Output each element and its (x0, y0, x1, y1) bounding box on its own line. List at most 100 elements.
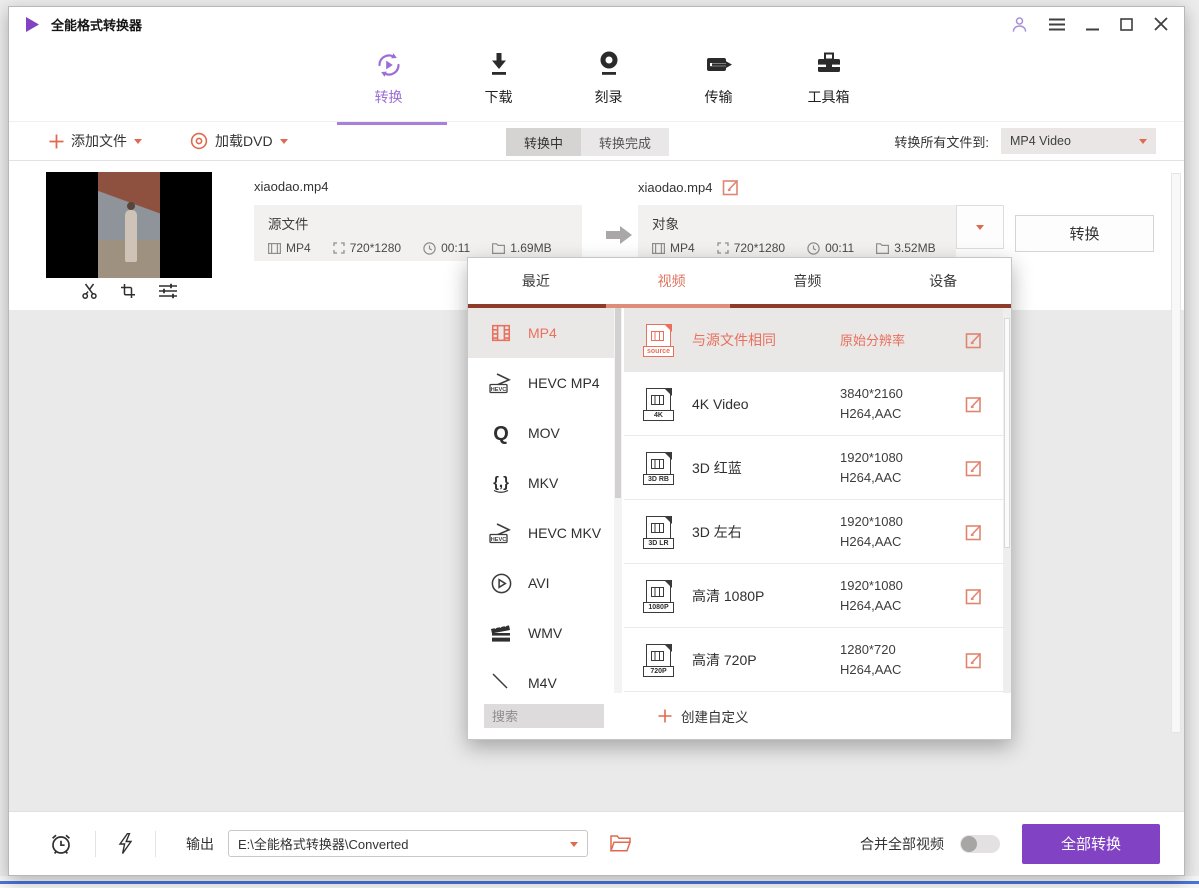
edit-preset-icon[interactable] (965, 523, 983, 541)
preset-name: 3D 红蓝 (692, 458, 742, 478)
format-item-m4v[interactable]: M4V (468, 658, 614, 695)
film-icon (652, 243, 665, 254)
format-label: MP4 (528, 325, 557, 341)
target-info-panel: 对象 MP4 720*1280 00:11 3.52MB (638, 205, 956, 261)
convert-button[interactable]: 转换 (1015, 215, 1154, 252)
high-speed-icon[interactable] (118, 833, 133, 854)
format-item-mkv[interactable]: {,} MKV (468, 458, 614, 508)
preset-list-scrollbar[interactable] (1003, 308, 1011, 695)
toolbar: 添加文件 加载DVD 转换中 转换完成 转换所有文件到: MP4 Video (9, 121, 1184, 161)
preset-list: source 与源文件相同 原始分辨率 4K 4K Video 3840*216… (624, 308, 1005, 695)
clock-icon (423, 242, 436, 255)
popup-footer: 创建自定义 (468, 693, 1011, 739)
format-item-hevc-mp4[interactable]: HEVC HEVC MP4 (468, 358, 614, 408)
add-file-label: 添加文件 (71, 131, 127, 151)
source-file-name: xiaodao.mp4 (254, 179, 328, 194)
folder-icon (492, 243, 505, 254)
chevron-down-icon (1139, 139, 1147, 144)
mov-icon: Q (490, 421, 512, 445)
preset-3d-anaglyph[interactable]: 3D RB 3D 红蓝 1920*1080H264,AAC (624, 436, 1005, 500)
search-input[interactable] (484, 704, 604, 728)
maximize-button[interactable] (1120, 18, 1133, 31)
tab-burn[interactable]: 刻录 (576, 50, 642, 121)
trim-icon[interactable] (81, 282, 98, 299)
edit-preset-icon[interactable] (965, 651, 983, 669)
tab-download[interactable]: 下载 (466, 50, 532, 121)
download-icon (485, 50, 513, 80)
menu-icon[interactable] (1049, 18, 1065, 31)
preset-resolution: 1920*1080 (840, 514, 903, 529)
format-item-avi[interactable]: AVI (468, 558, 614, 608)
popup-tab-audio[interactable]: 音频 (740, 258, 876, 304)
output-format-select[interactable]: MP4 Video (1001, 128, 1156, 154)
rename-edit-icon[interactable] (722, 178, 740, 196)
account-icon[interactable] (1011, 16, 1028, 33)
tab-toolbox[interactable]: 工具箱 (796, 50, 862, 121)
schedule-icon[interactable] (49, 832, 73, 856)
effects-icon[interactable] (158, 283, 178, 299)
open-folder-icon[interactable] (610, 835, 631, 852)
tab-convert[interactable]: 转换 (356, 50, 422, 121)
m4v-icon (489, 672, 513, 694)
tab-transfer[interactable]: 传输 (686, 50, 752, 121)
content-scrollbar[interactable] (1171, 173, 1181, 733)
folder-icon (876, 243, 889, 254)
convert-all-button[interactable]: 全部转换 (1022, 824, 1160, 864)
format-list: MP4 HEVC HEVC MP4 Q MOV {,} MKV HEVC HEV… (468, 308, 614, 695)
preset-name: 3D 左右 (692, 522, 742, 542)
popup-tab-device[interactable]: 设备 (875, 258, 1011, 304)
create-custom-button[interactable]: 创建自定义 (658, 706, 749, 726)
tab-converting[interactable]: 转换中 (506, 128, 581, 156)
format-item-hevc-mkv[interactable]: HEVC HEVC MKV (468, 508, 614, 558)
preset-hd-720p[interactable]: 720P 高清 720P 1280*720H264,AAC (624, 628, 1005, 692)
output-path-value: E:\全能格式转换器\Converted (238, 834, 409, 853)
preset-hd-1080p[interactable]: 1080P 高清 1080P 1920*1080H264,AAC (624, 564, 1005, 628)
tab-burn-label: 刻录 (595, 87, 623, 107)
toggle-knob (961, 836, 977, 852)
footer-bar: 输出 E:\全能格式转换器\Converted 合并全部视频 全部转换 (9, 811, 1184, 875)
output-path-select[interactable]: E:\全能格式转换器\Converted (228, 830, 588, 857)
crop-icon[interactable] (120, 283, 136, 299)
source-size: 1.69MB (510, 241, 551, 255)
target-format-dropdown-button[interactable] (956, 205, 1004, 249)
format-list-scrollbar[interactable] (614, 308, 622, 695)
format-label: HEVC MKV (528, 525, 601, 541)
tab-converted[interactable]: 转换完成 (581, 128, 669, 156)
format-item-mp4[interactable]: MP4 (468, 308, 614, 358)
burn-icon (595, 50, 623, 80)
convert-all-to-label: 转换所有文件到: (894, 132, 989, 151)
svg-text:{,}: {,} (493, 474, 509, 491)
svg-text:HEVC: HEVC (491, 387, 507, 393)
preset-resolution: 1920*1080 (840, 578, 903, 593)
preset-4k-video[interactable]: 4K 4K Video 3840*2160H264,AAC (624, 372, 1005, 436)
hevc-mkv-icon: HEVC (488, 522, 514, 544)
edit-preset-icon[interactable] (965, 459, 983, 477)
arrow-right-icon (606, 225, 632, 245)
popup-tab-recent[interactable]: 最近 (468, 258, 604, 304)
mkv-icon: {,} (489, 471, 513, 495)
plus-icon (658, 709, 672, 723)
source-panel-title: 源文件 (268, 213, 568, 233)
format-item-wmv[interactable]: WMV (468, 608, 614, 658)
dvd-icon (190, 132, 208, 150)
format-label: AVI (528, 575, 550, 591)
edit-preset-icon[interactable] (965, 395, 983, 413)
preset-resolution: 3840*2160 (840, 386, 903, 401)
merge-videos-toggle[interactable] (960, 835, 1000, 853)
load-dvd-button[interactable]: 加载DVD (190, 131, 288, 151)
edit-preset-icon[interactable] (965, 331, 983, 349)
minimize-button[interactable] (1086, 18, 1099, 31)
popup-tab-video[interactable]: 视频 (604, 258, 740, 304)
preset-3d-sbs[interactable]: 3D LR 3D 左右 1920*1080H264,AAC (624, 500, 1005, 564)
hevc-mp4-icon: HEVC (488, 372, 514, 394)
preset-same-as-source[interactable]: source 与源文件相同 原始分辨率 (624, 308, 1005, 372)
format-item-mov[interactable]: Q MOV (468, 408, 614, 458)
tab-download-label: 下载 (485, 87, 513, 107)
create-custom-label: 创建自定义 (681, 706, 749, 726)
resolution-icon (333, 242, 345, 254)
edit-preset-icon[interactable] (965, 587, 983, 605)
output-format-value: MP4 Video (1010, 134, 1071, 148)
add-file-button[interactable]: 添加文件 (49, 131, 142, 151)
preset-codec: H264,AAC (840, 662, 901, 677)
close-button[interactable] (1154, 17, 1168, 31)
